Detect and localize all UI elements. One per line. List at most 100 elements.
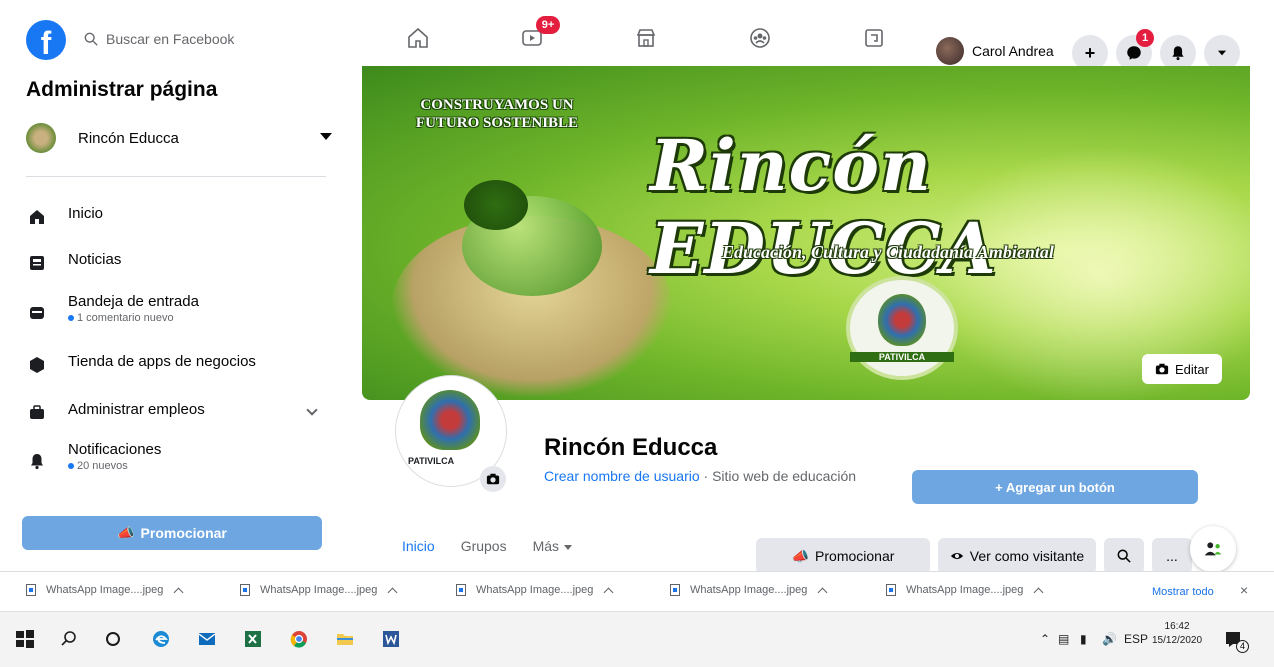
taskbar-chrome[interactable]: [288, 628, 310, 650]
cover-title: Rincón EDUCCA: [650, 124, 997, 290]
taskbar-edge[interactable]: [150, 628, 172, 650]
nav-marketplace[interactable]: [628, 22, 664, 54]
folder-icon: [337, 634, 353, 645]
tab-mas[interactable]: Más: [532, 538, 573, 554]
chevron-up-icon[interactable]: [173, 587, 184, 597]
nav-watch[interactable]: 9+: [514, 16, 560, 54]
promote-button[interactable]: 📣 Promocionar: [22, 516, 322, 550]
cover-slogan: CONSTRUYAMOS UN FUTURO SOSTENIBLE: [415, 97, 579, 131]
change-profile-picture-button[interactable]: [480, 466, 506, 492]
plus-icon: +: [1084, 42, 1096, 63]
sidebar-item-noticias[interactable]: Noticias: [26, 250, 326, 274]
network-icon[interactable]: ▤: [1058, 632, 1069, 646]
bell-icon: [31, 454, 43, 470]
inbox-icon: [30, 307, 44, 319]
facebook-logo-icon[interactable]: f: [26, 20, 66, 61]
manage-page-sidebar: Administrar página Rincón Educca Inicio …: [0, 66, 340, 571]
sidebar-item-bandeja[interactable]: Bandeja de entrada 1 comentario nuevo: [26, 292, 326, 324]
groups-icon: [750, 28, 770, 48]
add-button-button[interactable]: + Agregar un botón: [912, 470, 1198, 504]
download-filename: WhatsApp Image....jpeg: [260, 584, 378, 596]
page-subtitle: Crear nombre de usuario · Sitio web de e…: [544, 468, 856, 484]
search-icon: [84, 32, 98, 46]
taskbar-file-explorer[interactable]: [334, 628, 356, 650]
show-all-downloads-link[interactable]: Mostrar todo: [1152, 586, 1214, 598]
home-icon: [30, 210, 44, 224]
caret-down-icon: [564, 544, 573, 550]
close-icon[interactable]: ×: [1240, 582, 1248, 598]
chevron-up-icon[interactable]: [1033, 587, 1044, 597]
municipality-seal: PATIVILCA: [846, 276, 958, 380]
chevron-up-icon[interactable]: [603, 587, 614, 597]
profile-crest: [420, 390, 480, 450]
promote-label: Promocionar: [140, 525, 227, 541]
selected-page-name: Rincón Educca: [78, 129, 179, 147]
mail-icon: [198, 633, 216, 645]
windows-start-button[interactable]: [14, 628, 36, 650]
download-item[interactable]: WhatsApp Image....jpeg: [26, 584, 184, 597]
download-filename: WhatsApp Image....jpeg: [690, 584, 808, 596]
more-options-button[interactable]: ...: [1152, 538, 1192, 574]
edit-cover-button[interactable]: Editar: [1142, 354, 1222, 384]
image-file-icon: [670, 584, 680, 596]
more-label: ...: [1166, 548, 1178, 564]
sidebar-item-label: Tienda de apps de negocios: [68, 353, 256, 370]
image-file-icon: [456, 584, 466, 596]
taskbar-search-button[interactable]: [58, 628, 80, 650]
promote-page-button[interactable]: 📣 Promocionar: [756, 538, 930, 574]
taskbar-mail[interactable]: [196, 628, 218, 650]
search-page-button[interactable]: [1104, 538, 1144, 574]
page-title: Rincón Educca: [544, 434, 718, 461]
sidebar-title: Administrar página: [26, 78, 218, 101]
cortana-button[interactable]: [102, 628, 124, 650]
download-item[interactable]: WhatsApp Image....jpeg: [886, 584, 1044, 597]
followers-button[interactable]: [1190, 526, 1236, 572]
chevron-up-icon[interactable]: [817, 587, 828, 597]
gaming-icon: [865, 29, 883, 47]
sidebar-item-label: Inicio: [68, 205, 104, 222]
clock[interactable]: 16:42 15/12/2020: [1152, 620, 1202, 648]
page-tabs: Inicio Grupos Más: [402, 538, 598, 554]
sidebar-item-tienda-apps[interactable]: Tienda de apps de negocios: [26, 352, 326, 376]
profile-button[interactable]: Carol Andrea: [936, 36, 1054, 66]
briefcase-icon: [30, 405, 44, 419]
caret-down-icon: [1217, 50, 1227, 56]
sidebar-item-empleos[interactable]: Administrar empleos: [26, 400, 326, 424]
sidebar-item-sublabel: 20 nuevos: [77, 460, 128, 472]
windows-taskbar: ⌃ ▤ ▮ 🔊 ESP 16:42 15/12/2020 4: [0, 611, 1274, 667]
page-selector[interactable]: Rincón Educca: [26, 116, 332, 160]
nav-groups[interactable]: [742, 22, 778, 54]
tab-inicio[interactable]: Inicio: [402, 538, 435, 554]
nav-gaming[interactable]: [856, 22, 892, 54]
action-center-button[interactable]: 4: [1222, 628, 1249, 653]
windows-logo-icon: [16, 630, 34, 648]
download-item[interactable]: WhatsApp Image....jpeg: [456, 584, 614, 597]
top-navigation-bar: f Buscar en Facebook 9+ Carol Andrea + 1: [0, 0, 1274, 71]
taskbar-excel[interactable]: [242, 628, 264, 650]
tab-grupos[interactable]: Grupos: [461, 538, 507, 554]
word-icon: [383, 631, 399, 647]
camera-icon: [1155, 363, 1169, 375]
chevron-up-icon[interactable]: [387, 587, 398, 597]
image-file-icon: [26, 584, 36, 596]
download-item[interactable]: WhatsApp Image....jpeg: [240, 584, 398, 597]
search-input[interactable]: Buscar en Facebook: [72, 22, 312, 56]
tray-overflow-chevron-icon[interactable]: ⌃: [1040, 632, 1050, 646]
taskbar-word[interactable]: [380, 628, 402, 650]
language-indicator[interactable]: ESP: [1124, 632, 1148, 646]
download-filename: WhatsApp Image....jpeg: [906, 584, 1024, 596]
megaphone-icon: 📣: [791, 547, 810, 564]
camera-icon: [486, 473, 500, 485]
tab-mas-label: Más: [532, 538, 560, 554]
volume-icon[interactable]: 🔊: [1102, 632, 1117, 646]
create-username-link[interactable]: Crear nombre de usuario: [544, 468, 700, 484]
view-as-label: Ver como visitante: [969, 548, 1085, 564]
battery-icon[interactable]: ▮: [1080, 632, 1087, 646]
action-center-count: 4: [1236, 640, 1249, 653]
sidebar-item-inicio[interactable]: Inicio: [26, 204, 326, 228]
cover-tagline: Educación, Cultura y Ciudadanía Ambienta…: [722, 242, 1054, 262]
download-item[interactable]: WhatsApp Image....jpeg: [670, 584, 828, 597]
sidebar-item-notificaciones[interactable]: Notificaciones 20 nuevos: [26, 440, 326, 472]
view-as-visitor-button[interactable]: Ver como visitante: [938, 538, 1096, 574]
nav-home[interactable]: [400, 22, 436, 54]
